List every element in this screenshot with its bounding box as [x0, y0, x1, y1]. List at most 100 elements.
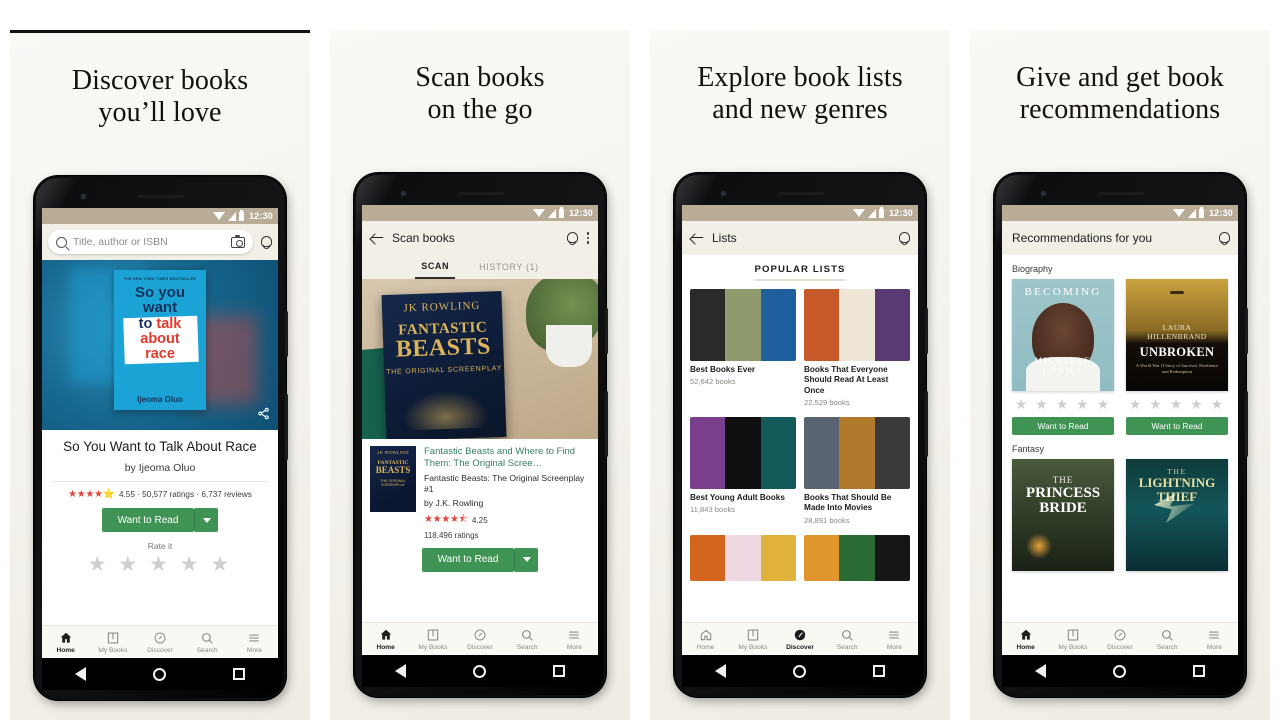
bottom-nav-discover[interactable]: Discover [136, 631, 183, 654]
want-to-read-button[interactable]: Want to Read [1012, 417, 1114, 435]
phone-bezel [42, 184, 278, 208]
bottom-nav-more[interactable]: More [1191, 628, 1238, 651]
want-to-read-dropdown[interactable] [194, 508, 219, 533]
rate-stars-input[interactable]: ★ ★ ★ ★ ★ [1012, 396, 1114, 413]
want-to-read-button[interactable]: Want to Read [421, 547, 515, 572]
list-name: Books That Should Be Made Into Movies [804, 492, 892, 513]
lists-grid: Best Books Ever 52,642 books Books That … [682, 289, 918, 581]
android-home-icon[interactable] [472, 664, 486, 678]
notifications-icon[interactable] [897, 231, 910, 245]
bottom-nav-my-books[interactable]: My Books [409, 628, 456, 651]
book-hero: THE NEW YORK TIMES BESTSELLER So you wan… [42, 260, 278, 430]
bottom-nav-home[interactable]: Home [362, 628, 409, 651]
camera-scan-icon[interactable] [231, 234, 245, 248]
bottom-nav-my-books[interactable]: My Books [729, 628, 776, 651]
android-back-icon[interactable] [395, 664, 407, 678]
list-card[interactable]: Books That Should Be Made Into Movies 28… [804, 416, 910, 525]
android-recents-icon[interactable] [872, 665, 885, 677]
tab-history[interactable]: HISTORY (1) [473, 255, 545, 279]
android-recents-icon[interactable] [232, 668, 245, 680]
overflow-menu-icon[interactable] [586, 231, 590, 245]
book-cover[interactable]: THE LIGHTNING THIEF [1126, 459, 1228, 571]
want-to-read-dropdown[interactable] [514, 547, 539, 572]
power-button[interactable] [1245, 391, 1248, 457]
result-stars: ★★★★⯪ [424, 513, 468, 525]
rate-stars-input[interactable]: ★ ★ ★ ★ ★ [1126, 396, 1228, 413]
bottom-nav-my-books-label: My Books [418, 643, 448, 651]
android-recents-icon[interactable] [1192, 665, 1205, 677]
phone-mockup: 12:30 Lists POPULAR LISTS Best Books Eve… [674, 173, 928, 697]
want-to-read-button[interactable]: Want to Read [101, 508, 195, 533]
volume-button[interactable] [925, 308, 928, 354]
bottom-nav-search[interactable]: Search [1144, 628, 1191, 651]
list-card[interactable]: Best Books Ever 52,642 books [690, 289, 796, 407]
book-cover[interactable]: THE NEW YORK TIMES BESTSELLER So you wan… [114, 270, 206, 410]
list-thumbnail [804, 534, 910, 581]
back-arrow-icon[interactable] [370, 231, 384, 245]
bottom-nav-home[interactable]: Home [42, 631, 89, 654]
bottom-nav-more[interactable]: More [231, 631, 278, 654]
bottom-nav-discover[interactable]: Discover [1096, 628, 1143, 651]
bottom-nav-search[interactable]: Search [184, 631, 231, 654]
notifications-icon[interactable] [259, 235, 272, 249]
android-home-icon[interactable] [1112, 664, 1126, 678]
book-icon [426, 628, 440, 642]
front-camera-icon [80, 193, 87, 200]
bottom-nav-my-books[interactable]: My Books [1049, 628, 1096, 651]
android-home-icon[interactable] [792, 664, 806, 678]
android-home-icon[interactable] [152, 667, 166, 681]
android-nav-bar [362, 655, 598, 687]
share-icon[interactable] [257, 407, 270, 420]
recommendation-card[interactable]: THE LIGHTNING THIEF [1126, 459, 1228, 571]
tab-scan[interactable]: SCAN [415, 255, 456, 279]
bottom-nav-discover[interactable]: Discover [456, 628, 503, 651]
bottom-nav-more[interactable]: More [551, 628, 598, 651]
chevron-down-icon [202, 517, 211, 523]
bottom-nav-search-label: Search [196, 646, 218, 654]
notifications-icon[interactable] [565, 231, 578, 245]
volume-button[interactable] [285, 311, 288, 357]
list-card[interactable]: Books That Everyone Should Read At Least… [804, 289, 910, 407]
search-input[interactable]: Title, author or ISBN [48, 230, 253, 254]
volume-button[interactable] [1245, 308, 1248, 354]
wifi-icon [532, 209, 545, 217]
result-title[interactable]: Fantastic Beasts and Where to Find Them:… [424, 446, 590, 470]
android-back-icon[interactable] [75, 667, 87, 681]
bottom-nav-search[interactable]: Search [824, 628, 871, 651]
list-thumbnail [690, 289, 796, 361]
bottom-nav-more[interactable]: More [871, 628, 918, 651]
bottom-nav-my-books[interactable]: My Books [89, 631, 136, 654]
power-button[interactable] [605, 391, 608, 457]
bottom-nav-discover[interactable]: Discover [776, 628, 823, 651]
power-button[interactable] [925, 391, 928, 457]
status-bar: 12:30 [682, 205, 918, 221]
bottom-nav-search[interactable]: Search [504, 628, 551, 651]
scan-camera-preview[interactable]: JK ROWLING FANTASTIC BEASTS THE ORIGINAL… [362, 279, 598, 439]
phone-mockup: 12:30 Recommendations for you Biography … [994, 173, 1248, 697]
recommendation-card[interactable]: LAURA HILLENBRAND UNBROKEN A World War I… [1126, 279, 1228, 435]
android-back-icon[interactable] [715, 664, 727, 678]
recommendation-card[interactable]: BECOMING MICHELLE OBAMA ★ ★ ★ ★ ★ Want t… [1012, 279, 1114, 435]
power-button[interactable] [285, 394, 288, 460]
back-arrow-icon[interactable] [690, 231, 704, 245]
list-card-partial[interactable] [804, 534, 910, 581]
want-to-read-button[interactable]: Want to Read [1126, 417, 1228, 435]
section-label-biography: Biography [1002, 255, 1238, 279]
android-back-icon[interactable] [1035, 664, 1047, 678]
bottom-nav-home[interactable]: Home [1002, 628, 1049, 651]
notifications-icon[interactable] [1217, 231, 1230, 245]
bottom-nav-home[interactable]: Home [682, 628, 729, 651]
android-recents-icon[interactable] [552, 665, 565, 677]
list-card[interactable]: Best Young Adult Books 11,843 books [690, 416, 796, 525]
rate-stars-input[interactable]: ★ ★ ★ ★ ★ [52, 552, 268, 577]
bottom-nav-more-label: More [246, 646, 262, 654]
wifi-icon [1172, 209, 1185, 217]
book-cover[interactable]: BECOMING MICHELLE OBAMA [1012, 279, 1114, 391]
recommendation-card[interactable]: THE PRINCESS BRIDE [1012, 459, 1114, 571]
list-card-partial[interactable] [690, 534, 796, 581]
book-cover[interactable]: THE PRINCESS BRIDE [1012, 459, 1114, 571]
book-cover[interactable]: LAURA HILLENBRAND UNBROKEN A World War I… [1126, 279, 1228, 391]
volume-button[interactable] [605, 308, 608, 354]
chevron-down-icon [522, 557, 531, 563]
scan-result-card[interactable]: JK ROWLING FANTASTIC BEASTS THE ORIGINAL… [362, 439, 598, 540]
